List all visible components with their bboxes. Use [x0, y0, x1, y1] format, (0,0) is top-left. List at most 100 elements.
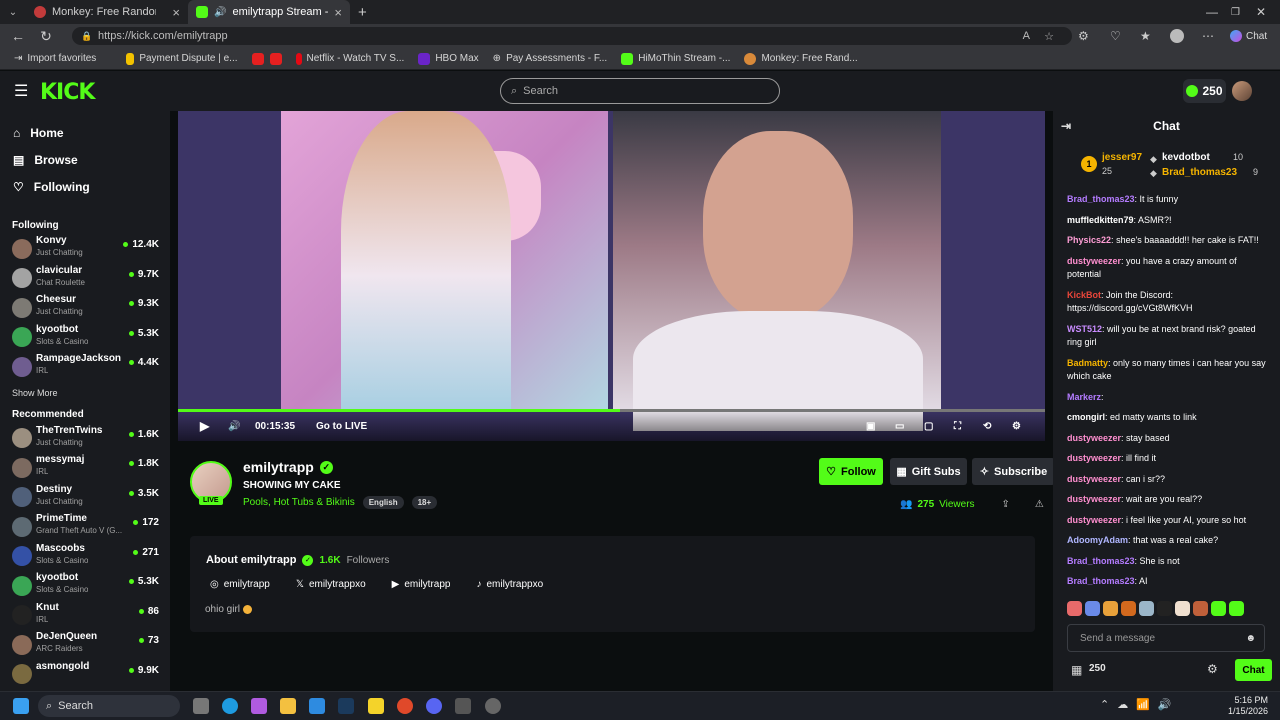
- edge-icon[interactable]: [222, 698, 238, 714]
- kicks-balance[interactable]: 250: [1183, 79, 1226, 103]
- nav-browse[interactable]: ▤ Browse: [0, 146, 170, 173]
- chat-username[interactable]: cmongirl: [1067, 412, 1105, 422]
- subscribe-button[interactable]: ✧ Subscribe: [972, 458, 1055, 485]
- tray-icons[interactable]: ⌃☁📶🔊: [1100, 698, 1180, 711]
- gifter-name[interactable]: jesser97: [1102, 152, 1142, 163]
- close-tab-icon[interactable]: ×: [334, 5, 342, 20]
- favorite-star-icon[interactable]: ☆: [1044, 30, 1054, 43]
- file-explorer-icon[interactable]: [280, 698, 296, 714]
- channel-list-item[interactable]: Knut IRL 86: [0, 601, 170, 631]
- favorites-icon[interactable]: ★: [1140, 29, 1151, 43]
- new-tab-icon[interactable]: +: [358, 4, 367, 21]
- chat-input[interactable]: Send a message ☻: [1067, 624, 1265, 652]
- channel-list-item[interactable]: TheTrenTwins Just Chatting 1.6K: [0, 424, 170, 454]
- bookmark-item[interactable]: HiMoThin Stream -...: [621, 52, 730, 65]
- discord-icon[interactable]: [426, 698, 442, 714]
- channel-list-item[interactable]: Cheesur Just Chatting 9.3K: [0, 293, 170, 323]
- channel-list-item[interactable]: RampageJackson IRL 4.4K: [0, 352, 170, 382]
- chat-username[interactable]: Badmatty: [1067, 358, 1108, 368]
- emote-icon[interactable]: [1175, 601, 1190, 616]
- extensions-icon[interactable]: ⚙: [1078, 29, 1089, 43]
- chat-username[interactable]: Brad_thomas23: [1067, 576, 1135, 586]
- settings-app-icon[interactable]: [485, 698, 501, 714]
- hamburger-menu-icon[interactable]: ☰: [14, 81, 28, 101]
- close-window-icon[interactable]: ✕: [1256, 5, 1266, 19]
- follow-button[interactable]: ♡ Follow: [819, 458, 883, 485]
- channel-list-item[interactable]: messymaj IRL 1.8K: [0, 453, 170, 483]
- profile-icon[interactable]: [1170, 29, 1184, 43]
- clip-icon[interactable]: ▣: [866, 421, 875, 432]
- pip-icon[interactable]: ▢: [924, 421, 933, 432]
- channel-list-item[interactable]: asmongold 9.9K: [0, 660, 170, 690]
- rewind-icon[interactable]: ⟲: [983, 421, 991, 432]
- fullscreen-icon[interactable]: ⛶: [954, 421, 961, 432]
- chat-username[interactable]: Brad_thomas23: [1067, 194, 1135, 204]
- minimize-icon[interactable]: —: [1206, 5, 1218, 19]
- back-icon[interactable]: ←: [4, 28, 32, 44]
- emote-icon[interactable]: [1211, 601, 1226, 616]
- bookmark-item[interactable]: Monkey: Free Rand...: [744, 52, 858, 65]
- gifter-name[interactable]: Brad_thomas23: [1162, 167, 1237, 178]
- progress-bar[interactable]: [178, 409, 1045, 412]
- collapse-chat-icon[interactable]: ⇥: [1061, 119, 1071, 133]
- nav-following[interactable]: ♡ Following: [0, 173, 170, 200]
- gifter-name[interactable]: kevdotbot: [1162, 152, 1210, 163]
- social-youtube[interactable]: ▶ emilytrapp: [392, 579, 451, 590]
- chat-username[interactable]: dustyweezer: [1067, 494, 1121, 504]
- emote-icon[interactable]: [1103, 601, 1118, 616]
- browser-tab[interactable]: Monkey: Free Random Video Chat ×: [26, 0, 188, 24]
- emote-icon[interactable]: [1121, 601, 1136, 616]
- channel-list-item[interactable]: PrimeTime Grand Theft Auto V (G... 172: [0, 512, 170, 542]
- emote-icon[interactable]: [1139, 601, 1154, 616]
- go-to-live-button[interactable]: Go to LIVE: [316, 421, 367, 432]
- emote-icon[interactable]: [1229, 601, 1244, 616]
- audio-icon[interactable]: 🔊: [214, 7, 226, 18]
- bookmark-item[interactable]: Payment Dispute | e...: [126, 52, 238, 65]
- clock[interactable]: 5:16 PM 1/15/2026: [1224, 695, 1268, 717]
- tag-pill[interactable]: 18+: [411, 496, 438, 509]
- chat-settings-icon[interactable]: ⚙: [1207, 662, 1218, 676]
- emote-icon[interactable]: [1193, 601, 1208, 616]
- share-icon[interactable]: ⇪: [1002, 499, 1010, 510]
- copilot-app-icon[interactable]: [251, 698, 267, 714]
- store-icon[interactable]: [309, 698, 325, 714]
- send-chat-button[interactable]: Chat: [1235, 659, 1272, 681]
- volume-icon[interactable]: 🔊: [228, 421, 240, 432]
- browser-essentials-icon[interactable]: ♡: [1110, 29, 1121, 43]
- tag-pill[interactable]: English: [362, 496, 404, 509]
- channel-name[interactable]: emilytrapp: [243, 459, 314, 475]
- bookmark-item[interactable]: ⊕ Pay Assessments - F...: [493, 53, 608, 64]
- channel-list-item[interactable]: Destiny Just Chatting 3.5K: [0, 483, 170, 513]
- show-more-button[interactable]: Show More: [0, 382, 170, 404]
- user-avatar[interactable]: [1232, 81, 1252, 101]
- channel-list-item[interactable]: clavicular Chat Roulette 9.7K: [0, 264, 170, 294]
- chat-username[interactable]: AdoomyAdam: [1067, 535, 1128, 545]
- kick-logo[interactable]: KICK: [40, 80, 95, 105]
- url-field[interactable]: 🔒 https://kick.com/emilytrapp A ☆: [72, 27, 1072, 45]
- copilot-button[interactable]: Chat: [1230, 30, 1267, 42]
- read-aloud-icon[interactable]: A: [1023, 30, 1030, 42]
- windows-start-icon[interactable]: [13, 698, 29, 714]
- emote-icon[interactable]: [1067, 601, 1082, 616]
- social-instagram[interactable]: ◎ emilytrapp: [210, 579, 270, 590]
- settings-icon[interactable]: ⚙: [1012, 421, 1021, 432]
- report-icon[interactable]: ⚠: [1035, 499, 1044, 510]
- taskbar-search[interactable]: ⌕ Search: [38, 695, 180, 717]
- emote-icon[interactable]: [1085, 601, 1100, 616]
- tab-menu-icon[interactable]: ⌄: [0, 7, 26, 18]
- browser-tab-active[interactable]: 🔊 emilytrapp Stream - Watch Live ×: [188, 0, 350, 24]
- chat-username[interactable]: dustyweezer: [1067, 515, 1121, 525]
- restore-icon[interactable]: ❐: [1231, 7, 1240, 18]
- search-input[interactable]: ⌕ Search: [500, 78, 780, 104]
- calculator-icon[interactable]: [455, 698, 471, 714]
- theater-icon[interactable]: ▭: [895, 421, 904, 432]
- steam-icon[interactable]: [338, 698, 354, 714]
- refresh-icon[interactable]: ↻: [32, 28, 60, 45]
- notes-app-icon[interactable]: [368, 698, 384, 714]
- chat-username[interactable]: WST512: [1067, 324, 1102, 334]
- emoji-picker-icon[interactable]: ☻: [1245, 633, 1256, 644]
- nav-home[interactable]: ⌂ Home: [0, 119, 170, 146]
- social-x[interactable]: 𝕏emilytrappxo: [296, 579, 366, 590]
- bookmark-item[interactable]: HBO Max: [418, 52, 479, 65]
- bookmark-youtube[interactable]: [251, 52, 264, 65]
